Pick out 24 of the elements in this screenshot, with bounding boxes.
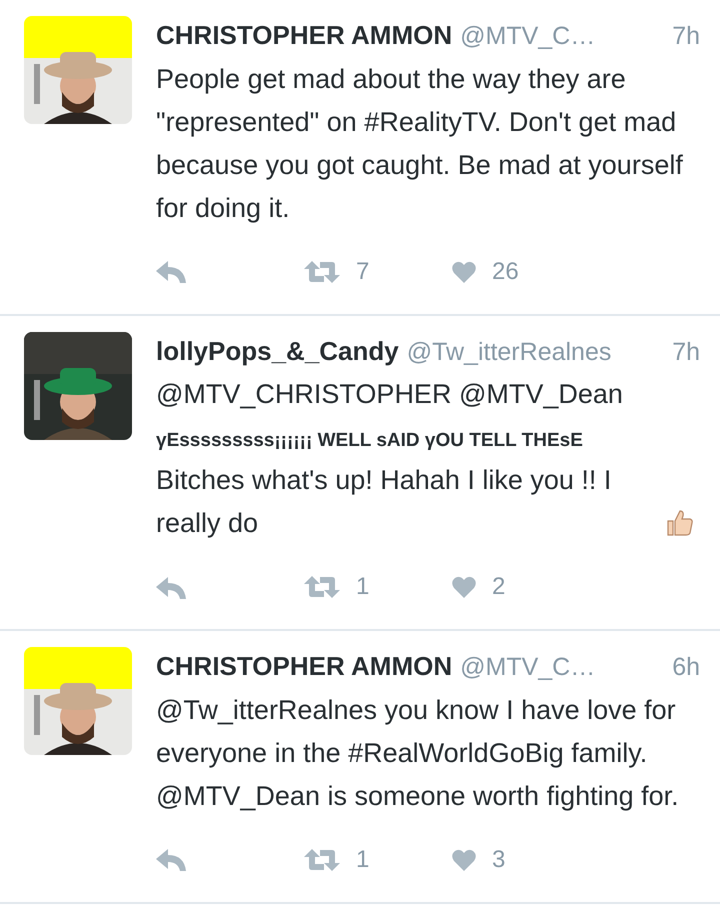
like-count: 3 [492, 844, 506, 874]
like-icon[interactable] [452, 260, 476, 282]
timestamp: 7h [672, 21, 700, 52]
like-count: 26 [492, 256, 519, 286]
like-icon[interactable] [452, 848, 476, 870]
reply-icon[interactable] [156, 576, 186, 599]
like-count: 2 [492, 572, 506, 602]
retweet-count: 1 [356, 844, 370, 874]
retweet-icon[interactable] [304, 260, 340, 282]
tweet-text: @MTV_CHRISTOPHER @MTV_Dean γEsssssssss¡¡¡¡¡¡ WELL sAID γOU TELL THEsE Bitches what's up! Hahah I like you !! I really do [156, 378, 624, 540]
retweet-count: 7 [356, 256, 370, 286]
retweet-count: 1 [356, 572, 370, 602]
user-name[interactable]: CHRISTOPHER AMMON [156, 647, 452, 686]
user-name[interactable]: CHRISTOPHER AMMON [156, 16, 452, 55]
like-icon[interactable] [452, 576, 476, 598]
retweet-icon[interactable] [304, 848, 340, 870]
reply-icon[interactable] [156, 261, 186, 284]
timestamp: 7h [672, 336, 700, 368]
retweet-icon[interactable] [304, 576, 340, 598]
tweet-text: @Tw_itterRealnes you know I have love for everyone in the #RealWorldGoBig family. @MTV_Dean is someone worth fighting for. [156, 694, 680, 813]
reply-icon[interactable] [156, 849, 186, 872]
user-name[interactable]: lollyPops_&_Candy [156, 332, 399, 370]
timestamp: 6h [672, 652, 700, 683]
tweet-text: People get mad about the way they are "represented" on #RealityTV. Don't get mad because you got caught. Be mad at yourself for doing it. [156, 62, 684, 225]
